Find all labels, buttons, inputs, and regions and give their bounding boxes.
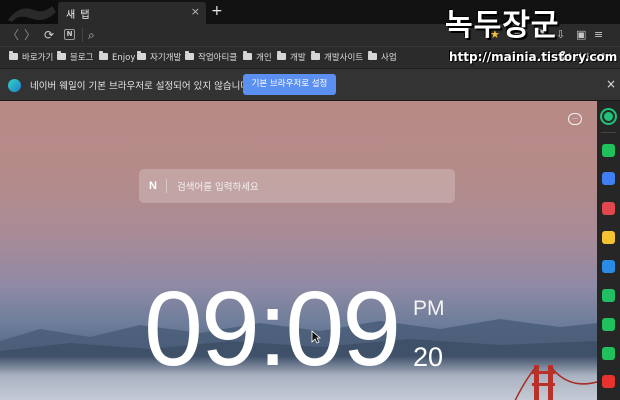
sidebar [597, 101, 620, 400]
whale-home-icon[interactable] [602, 110, 615, 123]
green-app-icon[interactable] [602, 347, 615, 360]
reload-icon[interactable]: ⟳ [44, 27, 54, 43]
bookmark-folder[interactable]: 바로가기 [9, 51, 53, 65]
bookmark-folder[interactable]: 개발사이트 [311, 51, 363, 65]
search-input[interactable]: 검색어를 입력하세요 [177, 179, 259, 193]
bookmark-folder[interactable]: 개발 [277, 51, 306, 65]
naver-n-icon: N [149, 180, 157, 192]
whale-info-icon [8, 79, 21, 92]
watermark-url: http://mainia.tistory.com [449, 50, 618, 64]
bookmark-label: 자기개발 [150, 53, 182, 63]
bookmark-label: 개인 [256, 53, 272, 63]
bookmark-label: Enjoy [112, 53, 136, 63]
infobar-close-icon[interactable]: × [606, 77, 616, 91]
folder-icon [243, 51, 252, 60]
naver-home-icon[interactable]: N [64, 29, 75, 40]
back-icon[interactable]: 〈 [7, 27, 19, 43]
extension-icon[interactable]: ▣ [576, 27, 586, 43]
set-default-browser-button[interactable]: 기본 브라우저로 설정 [243, 74, 336, 95]
feedback-chat-icon[interactable]: … [568, 113, 582, 125]
folder-icon [57, 51, 66, 60]
browser-window: 새 탭 × + 〈 〉 ⟳ N ⌕ ★ ▭ ◘ ⇩ ▣ ≡ 바로가기 블로그 E… [0, 0, 620, 400]
bookmark-folder[interactable]: 개인 [243, 51, 272, 65]
bookmark-label: 사업 [381, 53, 397, 63]
search-icon: ⌕ [88, 28, 95, 42]
bookmark-folder[interactable]: Enjoy [99, 51, 135, 65]
bookmark-folder[interactable]: 작업아티클 [185, 51, 237, 65]
search-box[interactable]: N 검색어를 입력하세요 [139, 169, 455, 203]
clock-ampm: PM [413, 297, 445, 320]
bookmark-folder[interactable]: 블로그 [57, 51, 93, 65]
tab-title: 새 탭 [66, 10, 91, 21]
new-tab-button[interactable]: + [211, 3, 223, 19]
calendar-icon[interactable] [602, 172, 615, 185]
whale-logo-icon [8, 6, 56, 22]
folder-icon [99, 51, 108, 60]
forward-icon[interactable]: 〉 [24, 27, 36, 43]
folder-icon [277, 51, 286, 60]
tab-strip-left [0, 0, 58, 24]
menu-icon[interactable]: ≡ [594, 27, 603, 43]
bookmark-label: 블로그 [70, 53, 94, 63]
folder-icon [311, 51, 320, 60]
bookmark-folder[interactable]: 자기개발 [137, 51, 181, 65]
search-separator [166, 179, 167, 193]
default-browser-infobar: 네이버 웨일이 기본 브라우저로 설정되어 있지 않습니다 기본 브라우저로 설… [0, 69, 620, 101]
golden-gate-bridge-image [514, 365, 597, 400]
chat-icon[interactable] [602, 318, 615, 331]
talk-icon[interactable] [602, 144, 615, 157]
bookmark-label: 바로가기 [22, 53, 54, 63]
bookmark-folder[interactable]: 사업 [368, 51, 397, 65]
folder-icon [9, 51, 18, 60]
translate-icon[interactable] [602, 260, 615, 273]
tab-close-icon[interactable]: × [191, 5, 200, 18]
bookmark-label: 개발사이트 [324, 53, 364, 63]
folder-icon [368, 51, 377, 60]
address-separator [82, 28, 83, 42]
watermark-title: 녹두장군 [445, 8, 560, 43]
music-play-icon[interactable] [602, 289, 615, 302]
bookmark-label: 개발 [290, 53, 306, 63]
tab-new-tab[interactable]: 새 탭 × [58, 2, 206, 24]
sidebar-separator [601, 132, 616, 133]
clock-time: 09:09 [144, 270, 401, 388]
pocket-icon[interactable] [602, 202, 615, 215]
new-tab-page: … N 검색어를 입력하세요 09:09 PM 20 [0, 101, 597, 400]
mouse-cursor-icon [311, 330, 321, 344]
infobar-message: 네이버 웨일이 기본 브라우저로 설정되어 있지 않습니다 [30, 81, 250, 92]
bookmark-label: 작업아티클 [198, 53, 238, 63]
bookmark-star-icon[interactable] [602, 231, 615, 244]
clock-seconds: 20 [413, 342, 444, 372]
folder-icon [185, 51, 194, 60]
folder-icon [137, 51, 146, 60]
news-icon[interactable] [602, 375, 615, 388]
